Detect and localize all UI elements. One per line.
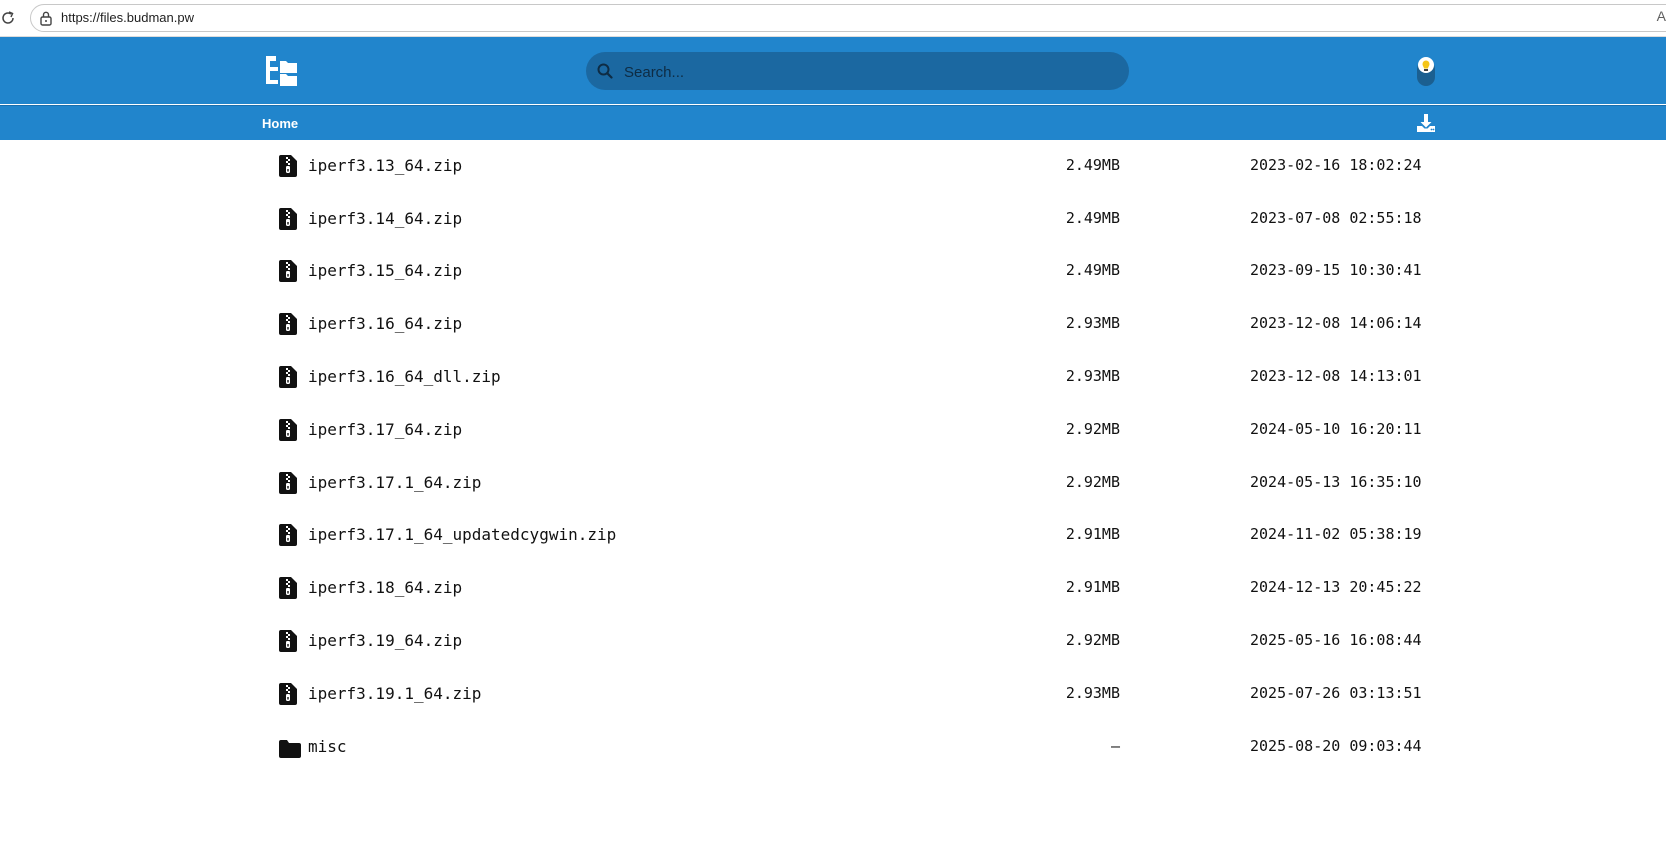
file-row[interactable]: iperf3.18_64.zip 2.91MB 2024-12-13 20:45:2…: [0, 562, 1666, 615]
zip-file-icon: [279, 682, 297, 705]
file-row[interactable]: iperf3.17_64.zip 2.92MB 2024-05-10 16:20:1…: [0, 404, 1666, 457]
file-size: 2.93MB: [1065, 366, 1120, 385]
download-icon[interactable]: [1416, 113, 1436, 133]
file-name-link[interactable]: misc: [308, 737, 347, 756]
zip-file-icon: [279, 418, 297, 441]
app-header: [0, 37, 1666, 104]
file-date: 2023-09-15 10:30:41: [1250, 261, 1422, 280]
search-input[interactable]: [622, 52, 1116, 92]
file-row[interactable]: iperf3.16_64_dll.zip 2.93MB 2023-12-08 14:…: [0, 351, 1666, 404]
url-text: https://files.budman.pw: [61, 10, 194, 25]
file-row[interactable]: iperf3.15_64.zip 2.49MB 2023-09-15 10:30:4…: [0, 245, 1666, 298]
file-name-link[interactable]: iperf3.14_64.zip: [308, 209, 462, 228]
file-date: 2025-08-20 09:03:44: [1250, 736, 1422, 755]
file-size: 2.49MB: [1065, 208, 1120, 227]
reader-mode-icon[interactable]: A: [1657, 8, 1666, 24]
file-date: 2023-12-08 14:06:14: [1250, 314, 1422, 333]
file-date: 2024-12-13 20:45:22: [1250, 578, 1422, 597]
file-size: 2.91MB: [1065, 578, 1120, 597]
folder-tree-icon[interactable]: [264, 55, 298, 87]
file-date: 2025-07-26 03:13:51: [1250, 683, 1422, 702]
folder-icon: [279, 739, 301, 762]
zip-file-icon: [279, 154, 297, 177]
file-size: 2.49MB: [1065, 261, 1120, 280]
file-row[interactable]: iperf3.17.1_64.zip 2.92MB 2024-05-13 16:35…: [0, 457, 1666, 510]
search-icon: [597, 63, 613, 79]
file-name-link[interactable]: iperf3.19_64.zip: [308, 631, 462, 650]
file-size: 2.92MB: [1065, 472, 1120, 491]
file-name-link[interactable]: iperf3.13_64.zip: [308, 156, 462, 175]
search-box[interactable]: [586, 52, 1129, 92]
file-row[interactable]: iperf3.14_64.zip 2.49MB 2023-07-08 02:55:1…: [0, 193, 1666, 246]
zip-file-icon: [279, 577, 297, 600]
file-row[interactable]: iperf3.19_64.zip 2.92MB 2025-05-16 16:08:4…: [0, 615, 1666, 668]
zip-file-icon: [279, 207, 297, 230]
file-date: 2025-05-16 16:08:44: [1250, 630, 1422, 649]
zip-file-icon: [279, 629, 297, 652]
zip-file-icon: [279, 524, 297, 547]
file-size: —: [1110, 736, 1120, 755]
file-list: iperf3.12_64_updatedcygwindlls.zip2.49MB…: [0, 140, 1666, 857]
zip-file-icon: [279, 313, 297, 336]
file-date: 2024-05-13 16:35:10: [1250, 472, 1422, 491]
browser-address-bar: https://files.budman.pw A: [0, 0, 1666, 37]
file-size: 2.92MB: [1065, 630, 1120, 649]
zip-file-icon: [279, 471, 297, 494]
folder-row[interactable]: misc — 2025-08-20 09:03:44: [0, 721, 1666, 774]
file-date: 2024-11-02 05:38:19: [1250, 525, 1422, 544]
file-size: 2.93MB: [1065, 314, 1120, 333]
lightbulb-toggle-icon[interactable]: [1415, 54, 1437, 88]
zip-file-icon: [279, 260, 297, 283]
file-size: 2.91MB: [1065, 525, 1120, 544]
url-field[interactable]: https://files.budman.pw: [30, 4, 1666, 32]
file-row[interactable]: iperf3.17.1_64_updatedcygwin.zip 2.91MB 20…: [0, 509, 1666, 562]
file-row[interactable]: iperf3.16_64.zip 2.93MB 2023-12-08 14:06:1…: [0, 298, 1666, 351]
breadcrumb-home-link[interactable]: Home: [262, 116, 298, 131]
lock-icon[interactable]: [39, 10, 53, 26]
file-size: 2.92MB: [1065, 419, 1120, 438]
file-row[interactable]: iperf3.13_64.zip 2.49MB 2023-02-16 18:02:2…: [0, 140, 1666, 193]
file-size: 2.49MB: [1065, 155, 1120, 174]
file-date: 2024-05-10 16:20:11: [1250, 419, 1422, 438]
file-name-link[interactable]: iperf3.17.1_64_updatedcygwin.zip: [308, 525, 616, 544]
file-name-link[interactable]: iperf3.18_64.zip: [308, 578, 462, 597]
file-name-link[interactable]: iperf3.15_64.zip: [308, 261, 462, 280]
file-name-link[interactable]: iperf3.19.1_64.zip: [308, 684, 481, 703]
file-size: 2.93MB: [1065, 683, 1120, 702]
reload-icon[interactable]: [0, 10, 16, 26]
file-date: 2023-02-16 18:02:24: [1250, 155, 1422, 174]
zip-file-icon: [279, 365, 297, 388]
file-name-link[interactable]: iperf3.16_64_dll.zip: [308, 367, 501, 386]
file-date: 2023-12-08 14:13:01: [1250, 366, 1422, 385]
file-row[interactable]: iperf3.19.1_64.zip 2.93MB 2025-07-26 03:13…: [0, 668, 1666, 721]
breadcrumb: Home: [0, 105, 1666, 140]
file-date: 2023-07-08 02:55:18: [1250, 208, 1422, 227]
file-name-link[interactable]: iperf3.16_64.zip: [308, 314, 462, 333]
file-name-link[interactable]: iperf3.17.1_64.zip: [308, 473, 481, 492]
file-name-link[interactable]: iperf3.17_64.zip: [308, 420, 462, 439]
